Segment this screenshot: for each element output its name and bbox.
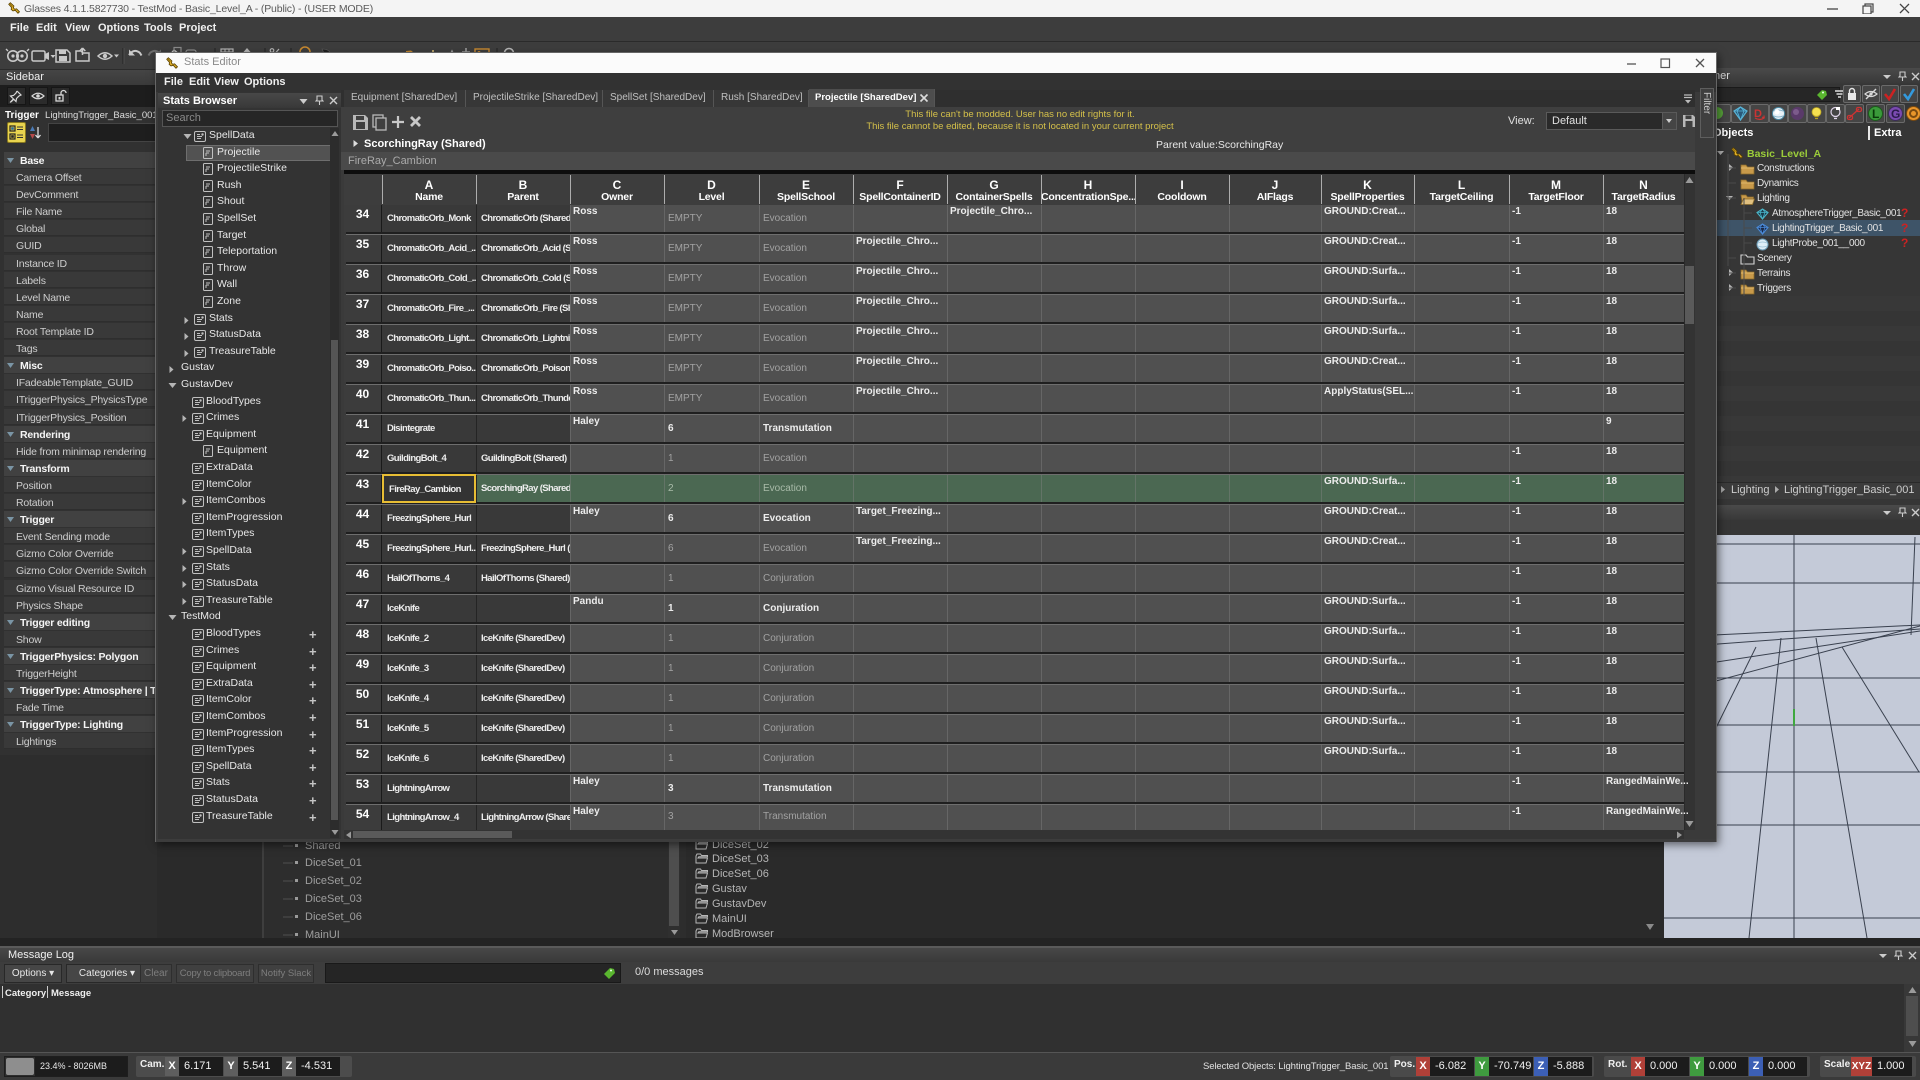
svg-text:G: G bbox=[1891, 107, 1900, 121]
svg-text:L: L bbox=[1872, 107, 1879, 121]
